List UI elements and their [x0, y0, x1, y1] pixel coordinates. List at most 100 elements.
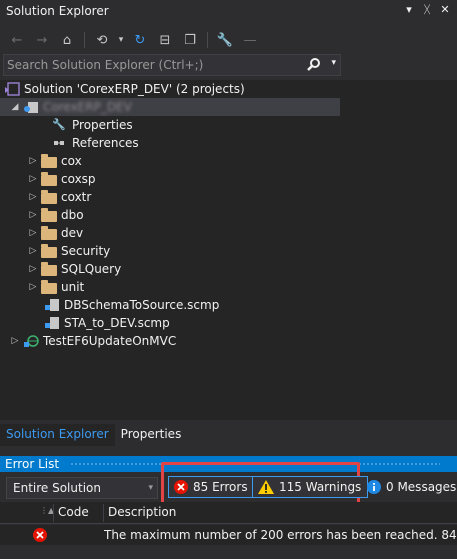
column-divider[interactable] — [53, 504, 54, 522]
column-divider[interactable] — [103, 504, 104, 522]
warnings-count: 115 Warnings — [279, 480, 362, 494]
tree-item-file[interactable]: DBSchemaToSource.scmp — [44, 296, 219, 314]
tree-item-folder[interactable]: ▷ cox — [28, 152, 82, 170]
tree-item-file[interactable]: STA_to_DEV.scmp — [44, 314, 170, 332]
expand-arrow-icon[interactable]: ▷ — [28, 210, 38, 220]
search-input[interactable]: Search Solution Explorer (Ctrl+;) ▾ — [3, 54, 341, 76]
solution-explorer-toolbar: ← → ⌂ ⟲ ▾ ↻ ⊟ ❐ 🔧 — — [0, 26, 457, 54]
schema-compare-file-icon — [44, 298, 60, 312]
panel-dropdown-button[interactable]: ▾ — [403, 3, 415, 16]
pending-changes-icon[interactable]: ⟲ — [91, 29, 113, 51]
expand-arrow-icon[interactable]: ▷ — [28, 156, 38, 166]
error-list-title: Error List — [5, 457, 60, 471]
show-all-files-icon[interactable]: ❐ — [179, 29, 201, 51]
tree-item-folder[interactable]: ▷ dev — [28, 224, 83, 242]
schema-compare-file-icon — [44, 316, 60, 330]
scope-value: Entire Solution — [13, 481, 101, 495]
chevron-down-icon: ▾ — [148, 483, 153, 493]
search-icon[interactable] — [306, 57, 322, 73]
panel-title-buttons: ▾ ᚷ ✕ — [403, 3, 451, 16]
tree-item-folder[interactable]: ▷ SQLQuery — [28, 260, 121, 278]
tab-solution-explorer[interactable]: Solution Explorer — [0, 424, 115, 446]
error-icon — [174, 480, 188, 494]
references-label: References — [72, 136, 139, 150]
toolbar-separator — [207, 32, 208, 48]
expand-arrow-icon[interactable]: ▷ — [28, 192, 38, 202]
folder-icon — [41, 279, 57, 294]
tree-item-folder[interactable]: ▷ unit — [28, 278, 84, 296]
forward-icon[interactable]: → — [31, 29, 53, 51]
tree-item-solution[interactable]: Solution 'CorexERP_DEV' (2 projects) — [4, 80, 245, 98]
properties-wrench-icon[interactable]: 🔧 — [214, 29, 236, 51]
folder-label: SQLQuery — [61, 262, 122, 276]
errors-count: 85 Errors — [193, 480, 248, 494]
error-grid-header: ⋮▲ Code Description — [0, 502, 457, 524]
errors-filter-button[interactable]: 85 Errors — [168, 476, 255, 498]
tree-item-folder[interactable]: ▷ dbo — [28, 206, 84, 224]
folder-icon — [41, 153, 57, 168]
tree-item-project2[interactable]: ▷ TestEF6UpdateOnMVC — [10, 332, 177, 350]
solution-icon — [4, 82, 20, 96]
pin-icon[interactable]: ᚷ — [421, 3, 433, 16]
tree-item-folder[interactable]: ▷ coxtr — [28, 188, 91, 206]
solution-tree: Solution 'CorexERP_DEV' (2 projects) ◢ C… — [0, 80, 457, 420]
project-label: CorexERP_DEV — [43, 100, 132, 114]
tab-properties[interactable]: Properties — [115, 424, 188, 446]
project2-label: TestEF6UpdateOnMVC — [43, 334, 177, 348]
scope-dropdown[interactable]: Entire Solution ▾ — [6, 477, 158, 499]
home-icon[interactable]: ⌂ — [56, 29, 78, 51]
search-placeholder: Search Solution Explorer (Ctrl+;) — [7, 58, 204, 72]
error-description: The maximum number of 200 errors has bee… — [104, 528, 457, 542]
messages-filter-button[interactable]: 0 Messages — [366, 476, 456, 498]
info-icon — [367, 480, 381, 494]
folder-icon — [41, 225, 57, 240]
tree-item-project[interactable]: ◢ CorexERP_DEV — [0, 98, 340, 116]
properties-label: Properties — [72, 118, 133, 132]
column-header-code[interactable]: Code — [58, 505, 89, 519]
folder-label: dbo — [61, 208, 84, 222]
close-icon[interactable]: ✕ — [439, 3, 451, 16]
folder-icon — [41, 189, 57, 204]
expand-arrow-icon[interactable]: ▷ — [28, 246, 38, 256]
folder-label: Security — [61, 244, 111, 258]
back-icon[interactable]: ← — [6, 29, 28, 51]
refresh-icon[interactable]: ↻ — [129, 29, 151, 51]
file-label: DBSchemaToSource.scmp — [64, 298, 220, 312]
folder-icon — [41, 171, 57, 186]
folder-icon — [41, 243, 57, 258]
folder-label: unit — [61, 280, 85, 294]
tree-item-references[interactable]: References — [52, 134, 139, 152]
solution-label: Solution 'CorexERP_DEV' (2 projects) — [24, 82, 245, 96]
file-label: STA_to_DEV.scmp — [64, 316, 170, 330]
toolbar-separator — [84, 32, 85, 48]
search-options-dropdown[interactable]: ▾ — [331, 58, 336, 68]
messages-count: 0 Messages — [386, 480, 457, 494]
folder-label: coxsp — [61, 172, 96, 186]
expand-arrow-icon[interactable]: ◢ — [10, 102, 20, 112]
tree-item-folder[interactable]: ▷ Security — [28, 242, 110, 260]
expand-arrow-icon[interactable]: ▷ — [10, 336, 20, 346]
table-row[interactable]: The maximum number of 200 errors has bee… — [0, 525, 457, 545]
tree-item-properties[interactable]: 🔧 Properties — [52, 116, 133, 134]
web-project-icon — [23, 334, 39, 348]
expand-arrow-icon[interactable]: ▷ — [28, 282, 38, 292]
column-header-description[interactable]: Description — [108, 505, 176, 519]
panel-tabs: Solution Explorer Properties — [0, 424, 457, 446]
folder-label: coxtr — [61, 190, 92, 204]
folder-icon — [41, 261, 57, 276]
wrench-icon: 🔧 — [52, 118, 66, 131]
folder-icon — [41, 207, 57, 222]
expand-arrow-icon[interactable]: ▷ — [28, 174, 38, 184]
expand-arrow-icon[interactable]: ▷ — [28, 264, 38, 274]
tree-item-folder[interactable]: ▷ coxsp — [28, 170, 96, 188]
error-icon — [33, 528, 47, 542]
panel-title-bar: Solution Explorer ▾ ᚷ ✕ — [0, 0, 457, 22]
preview-icon[interactable]: — — [239, 29, 261, 51]
warnings-filter-button[interactable]: 115 Warnings — [252, 476, 369, 498]
collapse-all-icon[interactable]: ⊟ — [154, 29, 176, 51]
folder-label: dev — [61, 226, 84, 240]
folder-label: cox — [61, 154, 82, 168]
expand-arrow-icon[interactable]: ▷ — [28, 228, 38, 238]
pending-changes-dropdown[interactable]: ▾ — [116, 29, 126, 51]
warning-icon — [258, 480, 274, 494]
